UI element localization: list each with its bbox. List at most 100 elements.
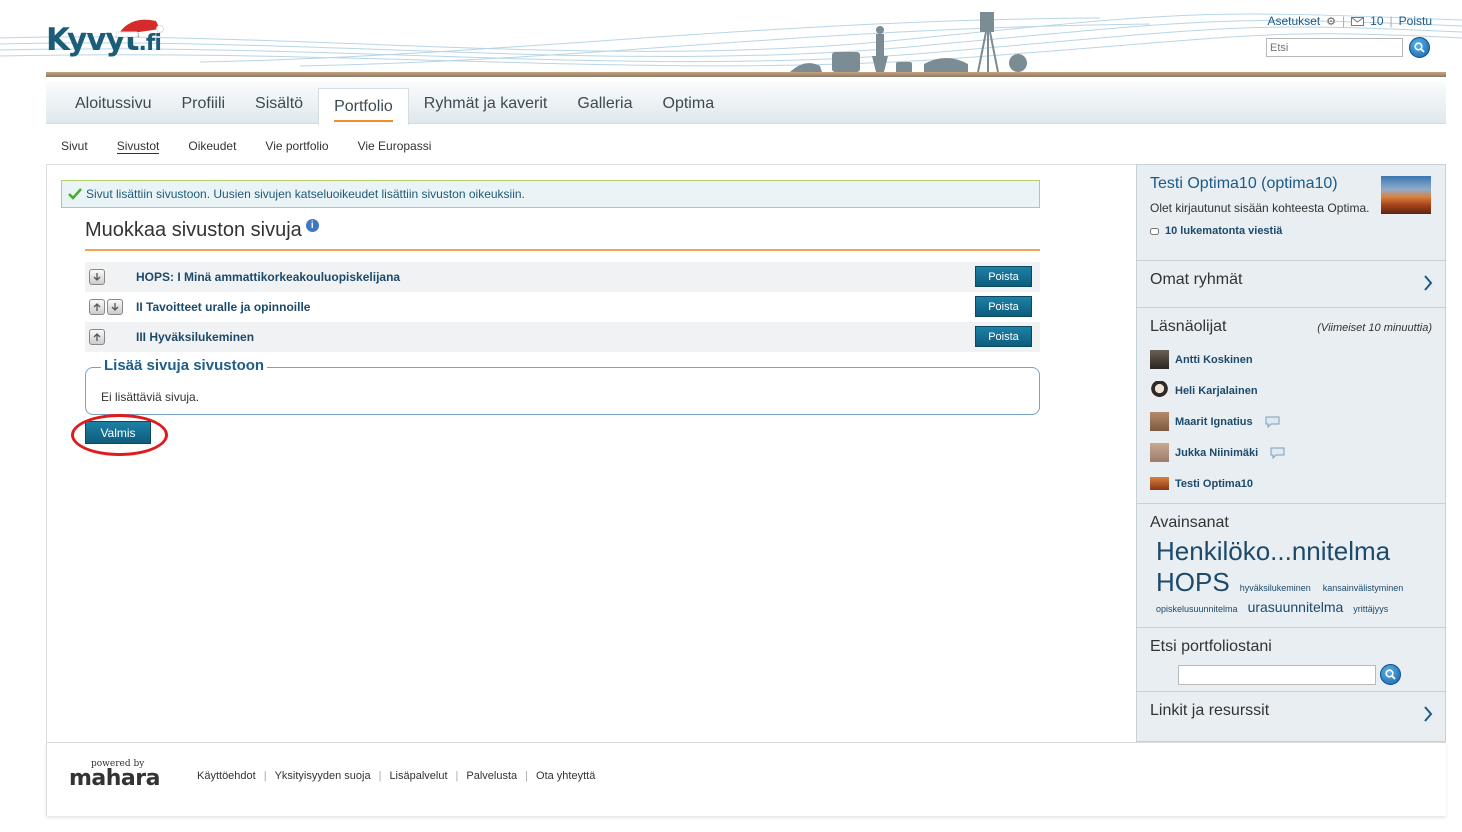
subnav-vie-europassi[interactable]: Vie Europassi [358,135,432,153]
mahara-logo[interactable]: powered by mahara [69,759,160,791]
online-user[interactable]: Heli Karjalainen [1150,375,1432,406]
move-up-icon[interactable] [89,329,105,345]
page-row: HOPS: I Minä ammattikorkeakouluopiskelij… [85,262,1040,292]
mail-icon [1150,227,1159,235]
online-user[interactable]: Jukka Niinimäki [1150,437,1432,468]
search-input[interactable] [1266,38,1403,57]
page-list: HOPS: I Minä ammattikorkeakouluopiskelij… [85,262,1040,352]
no-pages-text: Ei lisättäviä sivuja. [101,390,200,404]
user-avatar[interactable] [1381,176,1431,214]
search-button[interactable] [1409,37,1430,58]
nav-item-profiili[interactable]: Profiili [166,82,240,123]
top-links: Asetukset ⚙ | 10 | Poistu [1267,14,1432,28]
nav-item-aloitussivu[interactable]: Aloitussivu [60,82,166,123]
portfolio-search-input[interactable] [1178,664,1376,685]
remove-button[interactable]: Poista [975,266,1032,287]
nav-item-sisalto[interactable]: Sisältö [240,82,318,123]
search-icon [1414,42,1425,53]
search-icon [1385,669,1396,680]
mail-icon[interactable] [1351,16,1365,26]
footer-link[interactable]: Palvelusta [466,770,517,782]
online-user[interactable]: Antti Koskinen [1150,344,1432,375]
move-up-icon[interactable] [89,299,105,315]
chevron-right-icon[interactable] [1423,275,1433,291]
portfolio-search: Etsi portfoliostani [1137,628,1445,692]
add-pages-fieldset [85,367,1040,415]
info-icon[interactable]: i [305,219,319,232]
subnav-sivustot[interactable]: Sivustot [116,135,160,154]
tags-title: Avainsanat [1150,514,1229,531]
success-message: Sivut lisättiin sivustoon. Uusien sivuje… [61,180,1040,208]
header-divider [46,72,1446,77]
online-user[interactable]: Maarit Ignatius [1150,406,1432,437]
main-content: Sivut lisättiin sivustoon. Uusien sivuje… [46,164,1137,742]
my-groups[interactable]: Omat ryhmät [1137,261,1445,308]
header-search [1266,37,1430,58]
online-user[interactable]: Testi Optima10 [1150,468,1432,499]
header: Kyvyt.fi Asetukset ⚙ | 10 | Poistu [0,0,1462,82]
nav-item-ryhmat[interactable]: Ryhmät ja kaverit [409,82,563,123]
add-pages-legend: Lisää sivuja sivustoon [101,357,268,374]
remove-button[interactable]: Poista [975,326,1032,347]
header-decoration [0,12,1462,73]
unread-messages[interactable]: 10 lukematonta viestiä [1150,225,1432,237]
links-resources[interactable]: Linkit ja resurssit [1137,692,1445,742]
page-title-link[interactable]: II Tavoitteet uralle ja opinnoille [136,300,310,314]
nav-item-galleria[interactable]: Galleria [562,82,647,123]
sub-navigation: Sivut Sivustot Oikeudet Vie portfolio Vi… [46,124,1446,164]
footer-link[interactable]: Ota yhteyttä [536,770,595,782]
highlight-annotation [71,414,168,456]
tag-link[interactable]: yrittäjyys [1353,604,1388,615]
title-divider [85,249,1040,251]
footer-link[interactable]: Yksityisyyden suoja [275,770,371,782]
page-title-link[interactable]: III Hyväksilukeminen [136,330,254,344]
chat-bubble-icon[interactable] [1265,416,1280,428]
nav-item-portfolio[interactable]: Portfolio [318,88,409,125]
checkmark-icon [68,188,82,200]
nav-item-portfolio-label: Portfolio [334,98,393,122]
move-down-icon[interactable] [107,299,123,315]
my-groups-title: Omat ryhmät [1150,271,1243,288]
santa-hat-icon [116,19,164,37]
page-row: II Tavoitteet uralle ja opinnoille Poist… [85,292,1040,322]
mahara-wordmark: mahara [69,766,160,791]
tag-link[interactable]: HOPS [1156,567,1230,598]
online-note: (Viimeiset 10 minuuttia) [1317,322,1432,334]
tag-link[interactable]: urasuunnitelma [1248,599,1344,616]
chat-bubble-icon[interactable] [1270,447,1285,459]
portfolio-search-title: Etsi portfoliostani [1150,638,1272,655]
subnav-oikeudet[interactable]: Oikeudet [188,135,236,153]
page-title: Muokkaa sivuston sivuja i [85,219,319,242]
remove-button[interactable]: Poista [975,296,1032,317]
tag-link[interactable]: Henkilöko...nnitelma [1156,536,1390,567]
main-navigation: Aloitussivu Profiili Sisältö Portfolio R… [46,82,1446,125]
settings-link[interactable]: Asetukset [1267,14,1320,28]
footer-link[interactable]: Lisäpalvelut [389,770,447,782]
avatar [1150,350,1169,369]
footer-links: Käyttöehdot | Yksityisyyden suoja | Lisäpa… [197,770,596,782]
subnav-vie-portfolio[interactable]: Vie portfolio [265,135,328,153]
move-down-icon[interactable] [89,269,105,285]
avatar [1150,477,1169,490]
tag-cloud: Avainsanat Henkilöko...nnitelma HOPS hyvä… [1137,504,1445,628]
sidebar: Testi Optima10 (optima10) Olet kirjautun… [1136,164,1446,742]
links-title: Linkit ja resurssit [1150,702,1270,719]
tag-link[interactable]: hyväksilukeminen [1240,583,1311,594]
page-row: III Hyväksilukeminen Poista [85,322,1040,352]
tag-link[interactable]: opiskelusuunnitelma [1156,604,1238,615]
inbox-count[interactable]: 10 [1370,14,1383,28]
subnav-sivut[interactable]: Sivut [61,135,88,153]
page-title-link[interactable]: HOPS: I Minä ammattikorkeakouluopiskelij… [136,270,400,284]
avatar [1150,412,1169,431]
portfolio-search-button[interactable] [1380,664,1401,685]
success-message-text: Sivut lisättiin sivustoon. Uusien sivuje… [86,187,525,201]
tag-link[interactable]: kansainvälistyminen [1323,583,1404,594]
gear-icon[interactable]: ⚙ [1326,15,1336,28]
avatar [1150,443,1169,462]
chevron-right-icon[interactable] [1423,706,1433,722]
footer-link[interactable]: Käyttöehdot [197,770,256,782]
footer: powered by mahara Käyttöehdot | Yksityisy… [46,742,1446,816]
online-users: Läsnäolijat (Viimeiset 10 minuuttia) Ant… [1137,308,1445,504]
logout-link[interactable]: Poistu [1399,14,1432,28]
nav-item-optima[interactable]: Optima [648,82,730,123]
